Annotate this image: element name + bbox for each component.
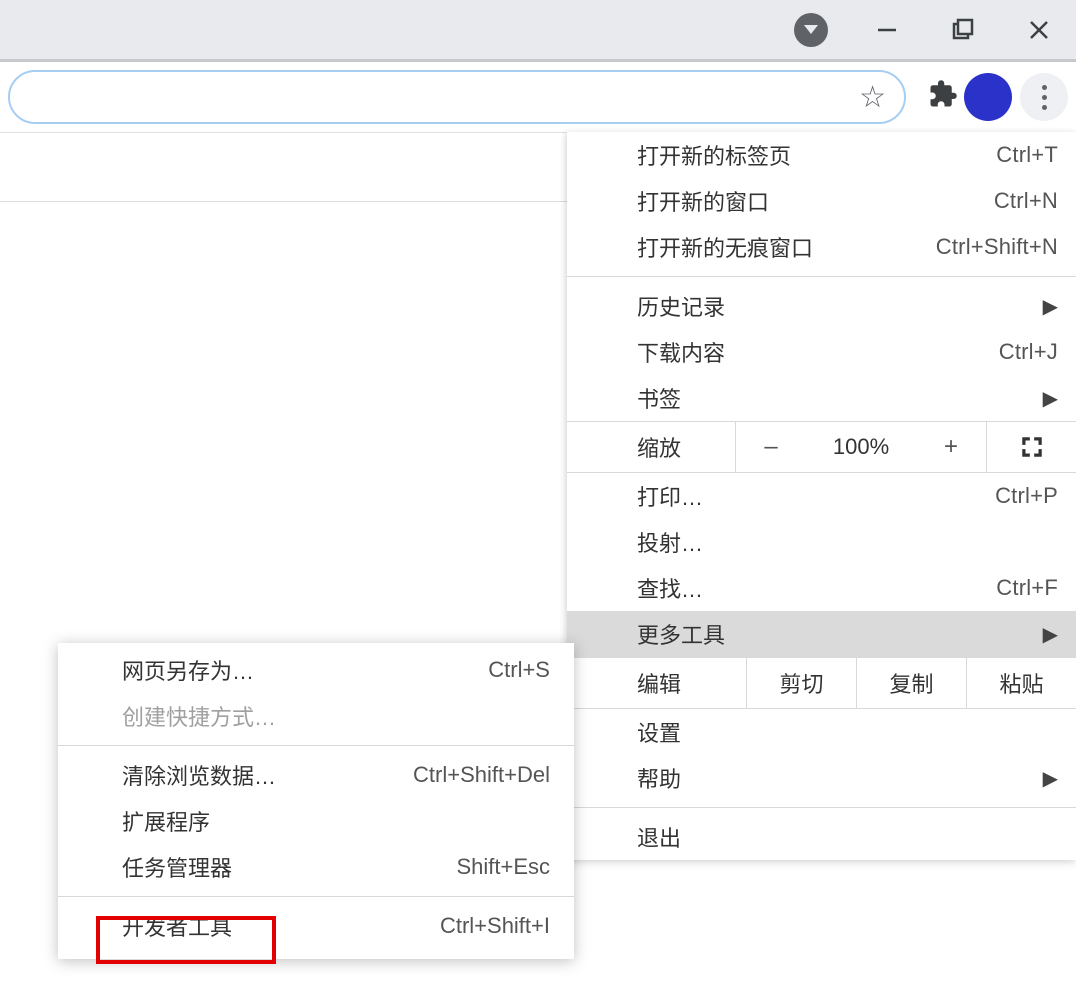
menu-cast[interactable]: 投射… — [567, 519, 1076, 565]
page-divider — [0, 201, 567, 202]
minimize-icon — [874, 17, 900, 43]
bookmark-star-icon[interactable]: ☆ — [859, 80, 886, 115]
edit-cut[interactable]: 剪切 — [747, 658, 857, 708]
zoom-in-button[interactable]: + — [916, 433, 986, 461]
submenu-separator — [58, 896, 574, 897]
menu-new-window[interactable]: 打开新的窗口Ctrl+N — [567, 178, 1076, 224]
zoom-value: 100% — [806, 434, 916, 460]
submenu-create-shortcut: 创建快捷方式… — [58, 693, 574, 739]
edit-paste[interactable]: 粘贴 — [967, 658, 1076, 708]
chevron-right-icon: ▶ — [1043, 766, 1058, 791]
edit-label: 编辑 — [567, 658, 747, 708]
extensions-icon[interactable] — [928, 79, 958, 116]
menu-separator — [567, 276, 1076, 277]
menu-more-tools[interactable]: 更多工具▶ — [567, 611, 1076, 657]
menu-help[interactable]: 帮助▶ — [567, 755, 1076, 801]
menu-new-incognito[interactable]: 打开新的无痕窗口Ctrl+Shift+N — [567, 224, 1076, 270]
maximize-icon — [950, 17, 976, 43]
minimize-button[interactable] — [870, 13, 904, 47]
window-titlebar — [0, 0, 1076, 62]
more-tools-submenu: 网页另存为…Ctrl+S 创建快捷方式… 清除浏览数据…Ctrl+Shift+D… — [58, 643, 574, 959]
submenu-extensions[interactable]: 扩展程序 — [58, 798, 574, 844]
menu-downloads[interactable]: 下载内容Ctrl+J — [567, 329, 1076, 375]
fullscreen-icon — [1019, 434, 1045, 460]
address-bar: ☆ — [0, 62, 1076, 133]
tab-search-button[interactable] — [794, 13, 828, 47]
submenu-save-as[interactable]: 网页另存为…Ctrl+S — [58, 647, 574, 693]
page-content: 打开新的标签页Ctrl+T 打开新的窗口Ctrl+N 打开新的无痕窗口Ctrl+… — [0, 133, 1076, 1002]
chrome-menu-button[interactable] — [1020, 73, 1068, 121]
menu-find[interactable]: 查找…Ctrl+F — [567, 565, 1076, 611]
chevron-right-icon: ▶ — [1043, 622, 1058, 647]
close-icon — [1026, 17, 1052, 43]
chevron-right-icon: ▶ — [1043, 294, 1058, 319]
profile-avatar[interactable] — [964, 73, 1012, 121]
zoom-out-button[interactable]: – — [736, 433, 806, 461]
chevron-right-icon: ▶ — [1043, 386, 1058, 411]
close-button[interactable] — [1022, 13, 1056, 47]
dropdown-circle-icon — [794, 13, 828, 47]
menu-new-tab[interactable]: 打开新的标签页Ctrl+T — [567, 132, 1076, 178]
menu-bookmarks[interactable]: 书签▶ — [567, 375, 1076, 421]
submenu-separator — [58, 745, 574, 746]
menu-print[interactable]: 打印…Ctrl+P — [567, 473, 1076, 519]
submenu-task-manager[interactable]: 任务管理器Shift+Esc — [58, 844, 574, 890]
maximize-button[interactable] — [946, 13, 980, 47]
zoom-label: 缩放 — [567, 422, 736, 472]
triangle-down-icon — [804, 25, 818, 34]
menu-separator — [567, 807, 1076, 808]
menu-history[interactable]: 历史记录▶ — [567, 283, 1076, 329]
edit-copy[interactable]: 复制 — [857, 658, 967, 708]
menu-exit[interactable]: 退出 — [567, 814, 1076, 860]
fullscreen-button[interactable] — [986, 422, 1076, 472]
menu-settings[interactable]: 设置 — [567, 709, 1076, 755]
url-input[interactable]: ☆ — [8, 70, 906, 124]
menu-edit: 编辑 剪切 复制 粘贴 — [567, 657, 1076, 709]
submenu-devtools[interactable]: 开发者工具Ctrl+Shift+I — [58, 903, 574, 949]
menu-zoom: 缩放 – 100% + — [567, 421, 1076, 473]
chrome-main-menu: 打开新的标签页Ctrl+T 打开新的窗口Ctrl+N 打开新的无痕窗口Ctrl+… — [567, 132, 1076, 860]
submenu-clear-data[interactable]: 清除浏览数据…Ctrl+Shift+Del — [58, 752, 574, 798]
